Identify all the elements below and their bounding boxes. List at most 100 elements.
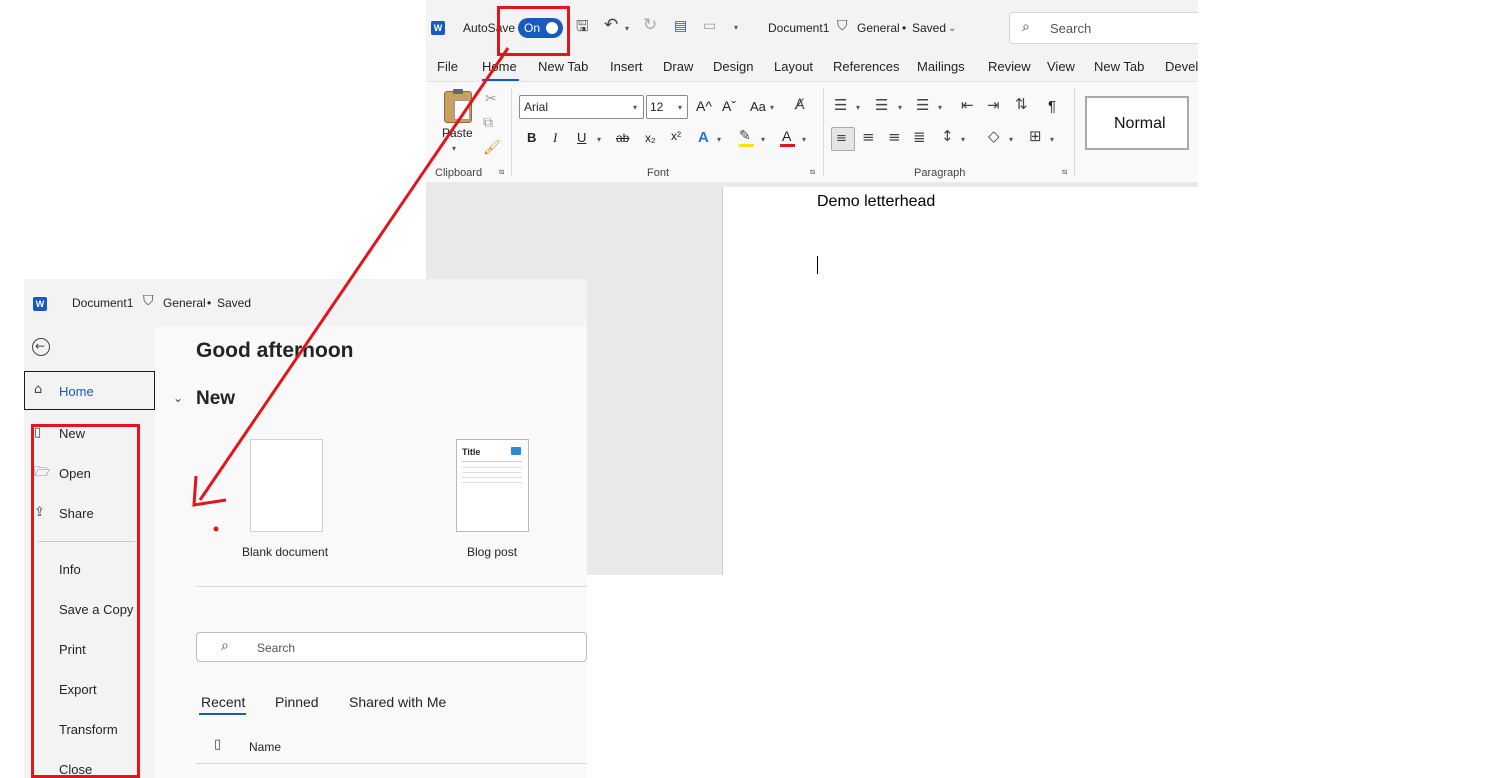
- paste-icon[interactable]: [444, 89, 472, 123]
- tab-new-tab-2[interactable]: New Tab: [1094, 59, 1144, 74]
- blog-thumb-icon: [511, 447, 521, 455]
- tab-insert[interactable]: Insert: [610, 59, 643, 74]
- active-tab-indicator: [199, 713, 246, 715]
- text-effects-dropdown-icon[interactable]: ▾: [717, 135, 721, 144]
- numbering-dropdown-icon[interactable]: ▾: [898, 103, 902, 112]
- redo-icon[interactable]: ↻: [643, 17, 657, 34]
- tab-home[interactable]: Home: [482, 59, 517, 74]
- sort-icon[interactable]: ⇅: [1015, 97, 1028, 112]
- superscript-button[interactable]: x²: [671, 129, 681, 143]
- sensitivity-label[interactable]: General: [857, 21, 900, 35]
- justify-icon[interactable]: ≣: [913, 130, 926, 145]
- show-formatting-button[interactable]: ¶: [1048, 98, 1056, 115]
- tab-recent[interactable]: Recent: [201, 694, 245, 710]
- tab-file[interactable]: File: [437, 59, 458, 74]
- underline-button[interactable]: U: [577, 130, 586, 145]
- save-icon[interactable]: 🖫: [576, 19, 589, 34]
- customize-qat-icon[interactable]: ▾: [734, 23, 738, 32]
- bullets-dropdown-icon[interactable]: ▾: [856, 103, 860, 112]
- borders-dropdown-icon[interactable]: ▾: [1050, 135, 1054, 144]
- clear-formatting-icon[interactable]: A̸: [795, 98, 805, 112]
- format-painter-icon[interactable]: 🖌: [483, 141, 501, 155]
- font-color-dropdown-icon[interactable]: ▾: [802, 135, 806, 144]
- tab-review[interactable]: Review: [988, 59, 1031, 74]
- line-spacing-icon[interactable]: ↕: [941, 129, 954, 144]
- multilevel-list-icon[interactable]: ☰: [916, 98, 929, 113]
- collapse-new-icon[interactable]: ⌄: [173, 392, 183, 404]
- back-button[interactable]: ←: [32, 338, 50, 356]
- tab-draw[interactable]: Draw: [663, 59, 693, 74]
- template-blog-label[interactable]: Blog post: [467, 545, 517, 559]
- file-search-placeholder: Search: [257, 641, 296, 655]
- change-case-button[interactable]: Aa: [750, 99, 766, 114]
- nav-item-home[interactable]: ⌂ Home: [24, 371, 155, 410]
- change-case-dropdown-icon[interactable]: ▾: [770, 103, 774, 112]
- paragraph-group-label: Paragraph: [914, 167, 966, 179]
- text-effects-button[interactable]: A: [698, 129, 709, 146]
- comment-icon[interactable]: ▭: [703, 19, 716, 33]
- chevron-down-icon[interactable]: ⌄: [948, 23, 956, 34]
- cut-icon[interactable]: ✂: [485, 92, 497, 106]
- doc-title[interactable]: Document1: [768, 21, 829, 35]
- align-left-button[interactable]: ≡: [831, 127, 855, 151]
- numbering-icon[interactable]: ☰: [875, 98, 888, 113]
- font-name-dropdown[interactable]: Arial ▾: [519, 95, 644, 119]
- tab-design[interactable]: Design: [713, 59, 753, 74]
- shield-icon: ⛉: [837, 18, 848, 34]
- file-search-input[interactable]: ⌕ Search: [196, 632, 587, 662]
- text-cursor: [817, 256, 818, 274]
- align-right-icon[interactable]: ≡: [888, 130, 901, 145]
- tab-new-tab[interactable]: New Tab: [538, 59, 588, 74]
- list-header-name[interactable]: Name: [249, 740, 281, 754]
- backstage-sensitivity[interactable]: General: [163, 296, 206, 310]
- tab-references[interactable]: References: [833, 59, 899, 74]
- paragraph-launcher-icon[interactable]: ⧅: [1062, 168, 1067, 176]
- document-page[interactable]: Demo letterhead: [722, 187, 1198, 575]
- shield-icon: ⛉: [143, 293, 154, 309]
- paste-dropdown-icon[interactable]: ▾: [452, 144, 456, 153]
- clipboard-launcher-icon[interactable]: ⧅: [499, 168, 504, 176]
- bold-button[interactable]: B: [527, 130, 536, 145]
- multilevel-dropdown-icon[interactable]: ▾: [938, 103, 942, 112]
- tab-view[interactable]: View: [1047, 59, 1075, 74]
- align-center-icon[interactable]: ≡: [862, 130, 875, 145]
- bullets-icon[interactable]: ☰: [834, 98, 847, 113]
- line-spacing-dropdown-icon[interactable]: ▾: [961, 135, 965, 144]
- copy-icon[interactable]: ⧉: [483, 116, 493, 130]
- tab-pinned[interactable]: Pinned: [275, 694, 319, 710]
- shading-icon[interactable]: ◇: [988, 129, 1000, 144]
- increase-indent-icon[interactable]: ⇥: [987, 98, 1000, 113]
- highlight-dropdown-icon[interactable]: ▾: [761, 135, 765, 144]
- template-blog-thumb[interactable]: Title: [456, 439, 529, 532]
- backstage-save-status: Saved: [217, 296, 252, 310]
- undo-icon[interactable]: ↶: [604, 17, 618, 34]
- decrease-indent-icon[interactable]: ⇤: [961, 98, 974, 113]
- tab-shared-with-me[interactable]: Shared with Me: [349, 694, 446, 710]
- tab-mailings[interactable]: Mailings: [917, 59, 965, 74]
- underline-dropdown-icon[interactable]: ▾: [597, 135, 601, 144]
- tab-layout[interactable]: Layout: [774, 59, 813, 74]
- borders-icon[interactable]: ⊞: [1029, 129, 1042, 144]
- document-text[interactable]: Demo letterhead: [817, 193, 935, 211]
- font-size-dropdown[interactable]: 12 ▾: [646, 95, 688, 119]
- shading-dropdown-icon[interactable]: ▾: [1009, 135, 1013, 144]
- template-blank-label[interactable]: Blank document: [242, 545, 328, 559]
- search-box[interactable]: ⌕ Search: [1009, 12, 1198, 44]
- shrink-font-button[interactable]: Aˇ: [722, 98, 736, 114]
- template-blank-thumb[interactable]: [250, 439, 323, 532]
- undo-dropdown-icon[interactable]: ▾: [625, 24, 629, 33]
- style-normal-tile[interactable]: Normal: [1085, 96, 1189, 150]
- strikethrough-button[interactable]: ab: [616, 131, 629, 145]
- subscript-button[interactable]: x₂: [645, 131, 656, 145]
- grow-font-button[interactable]: A^: [696, 98, 712, 114]
- font-color-button[interactable]: A: [782, 128, 791, 144]
- new-section-title[interactable]: New: [196, 388, 235, 410]
- backstage-doc-title[interactable]: Document1: [72, 296, 133, 310]
- font-launcher-icon[interactable]: ⧅: [810, 168, 815, 176]
- tab-developer[interactable]: Devel: [1165, 59, 1198, 74]
- highlight-icon[interactable]: ✎: [739, 129, 751, 143]
- paste-label[interactable]: Paste: [442, 126, 473, 140]
- italic-button[interactable]: I: [553, 130, 557, 146]
- font-color-bar: [780, 144, 795, 147]
- document-icon[interactable]: ▤: [674, 19, 687, 33]
